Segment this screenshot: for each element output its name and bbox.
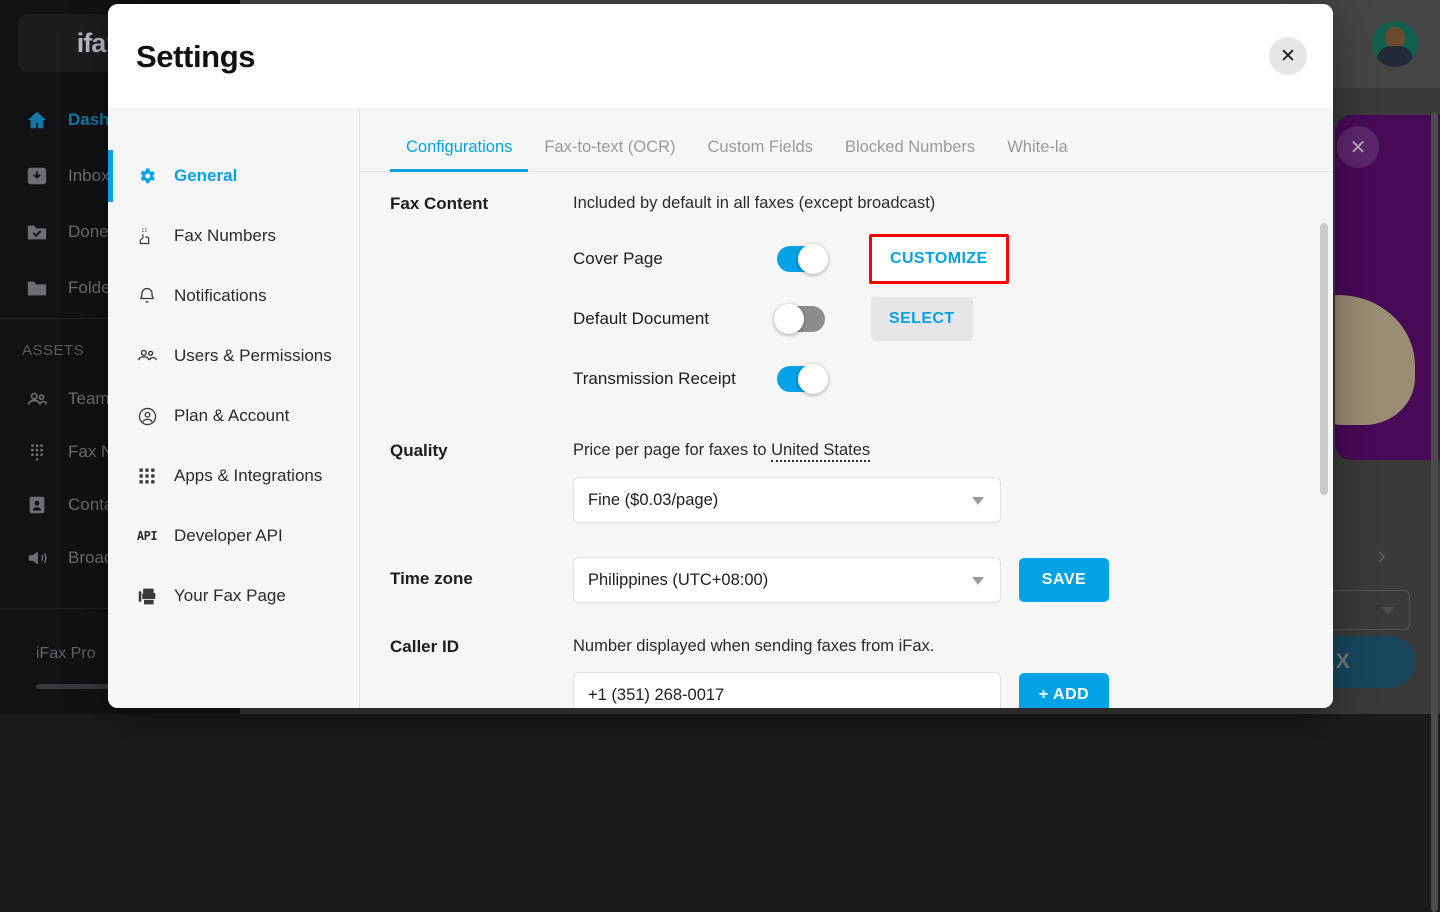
plan-label: iFax Pro <box>36 645 96 663</box>
avatar-head <box>1385 27 1405 48</box>
settings-content: Configurations Fax-to-text (OCR) Custom … <box>360 110 1333 708</box>
fax-hand-icon <box>136 225 158 247</box>
tab-custom-fields[interactable]: Custom Fields <box>692 138 829 171</box>
sidebar-item-users-permissions[interactable]: Users & Permissions <box>108 326 359 386</box>
settings-scrollbar[interactable] <box>1320 223 1328 495</box>
transmission-receipt-row: Transmission Receipt <box>573 349 1333 409</box>
tab-configurations[interactable]: Configurations <box>390 138 528 171</box>
timezone-select-value: Philippines (UTC+08:00) <box>588 571 768 590</box>
grid-dots-icon <box>136 465 158 487</box>
quality-description: Price per page for faxes to United State… <box>573 441 1333 460</box>
caller-id-description: Number displayed when sending faxes from… <box>573 637 1333 656</box>
default-document-label: Default Document <box>573 309 777 329</box>
timezone-select[interactable]: Philippines (UTC+08:00) <box>573 557 1001 603</box>
default-document-toggle[interactable] <box>777 306 825 332</box>
sidebar-item-fax-numbers[interactable]: Fax Numbers <box>108 206 359 266</box>
quality-description-prefix: Price per page for faxes to <box>573 441 767 459</box>
users-icon <box>136 345 158 367</box>
tab-blocked-numbers[interactable]: Blocked Numbers <box>829 138 991 171</box>
bell-icon <box>136 285 158 307</box>
logo-text: ifa <box>77 28 106 58</box>
sidebar-item-notifications[interactable]: Notifications <box>108 266 359 326</box>
bg-nav-label: Inbox <box>68 166 110 186</box>
transmission-receipt-label: Transmission Receipt <box>573 369 777 389</box>
promo-card-image <box>1335 295 1415 425</box>
quality-select-value: Fine ($0.03/page) <box>588 491 718 510</box>
sidebar-item-label: Notifications <box>174 286 267 306</box>
chevron-down-icon <box>972 577 984 585</box>
tab-white-label[interactable]: White-la <box>991 138 1084 171</box>
tab-fax-to-text-ocr[interactable]: Fax-to-text (OCR) <box>528 138 691 171</box>
sidebar-item-label: Fax Numbers <box>174 226 276 246</box>
folder-icon <box>26 277 48 299</box>
toggle-knob <box>798 364 828 394</box>
background-scrollbar[interactable] <box>1431 112 1438 912</box>
caller-id-section: Caller ID Number displayed when sending … <box>360 637 1333 708</box>
gear-icon <box>136 165 158 187</box>
bg-nav-label: Done <box>68 222 109 242</box>
promo-card-close-icon[interactable]: ✕ <box>1337 126 1379 168</box>
avatar-body <box>1377 46 1413 67</box>
sidebar-item-label: Your Fax Page <box>174 586 286 606</box>
settings-dialog: Settings ✕ General Fax Numbers <box>108 4 1333 708</box>
timezone-section: Time zone Philippines (UTC+08:00) SAVE <box>360 557 1333 603</box>
dialog-header: Settings ✕ <box>108 4 1333 109</box>
sidebar-item-label: Plan & Account <box>174 406 289 426</box>
cover-page-label: Cover Page <box>573 249 777 269</box>
toggle-knob <box>774 304 804 334</box>
sidebar-item-apps-integrations[interactable]: Apps & Integrations <box>108 446 359 506</box>
add-caller-id-button[interactable]: + ADD <box>1019 673 1109 708</box>
chevron-down-icon <box>972 497 984 505</box>
chevron-down-icon <box>1381 607 1395 615</box>
dialog-body: General Fax Numbers Notifications Users … <box>108 109 1333 708</box>
printer-icon <box>136 585 158 607</box>
configurations-form: Fax Content Included by default in all f… <box>360 172 1333 708</box>
caller-id-input[interactable]: +1 (351) 268-0017 <box>573 672 1001 708</box>
sidebar-item-general[interactable]: General <box>108 146 359 206</box>
settings-sidebar: General Fax Numbers Notifications Users … <box>108 110 360 708</box>
cover-page-row: Cover Page CUSTOMIZE <box>573 229 1333 289</box>
fax-content-section: Fax Content Included by default in all f… <box>360 194 1333 409</box>
contact-card-icon <box>26 494 48 516</box>
quality-label: Quality <box>360 441 573 461</box>
customize-highlight: CUSTOMIZE <box>869 234 1009 284</box>
account-circle-icon <box>136 405 158 427</box>
tab-bar: Configurations Fax-to-text (OCR) Custom … <box>360 110 1333 172</box>
caller-id-value: +1 (351) 268-0017 <box>588 686 724 705</box>
home-icon <box>26 109 48 131</box>
api-icon: API <box>136 525 158 547</box>
page-title: Settings <box>136 39 255 75</box>
quality-section: Quality Price per page for faxes to Unit… <box>360 441 1333 523</box>
fax-content-label: Fax Content <box>360 194 573 214</box>
select-button[interactable]: SELECT <box>871 297 973 341</box>
assets-section-label: ASSETS <box>22 342 84 359</box>
dots-grid-icon <box>26 441 48 463</box>
sidebar-item-label: Developer API <box>174 526 283 546</box>
inbox-icon <box>26 165 48 187</box>
default-document-row: Default Document SELECT <box>573 289 1333 349</box>
quality-select[interactable]: Fine ($0.03/page) <box>573 477 1001 523</box>
avatar[interactable] <box>1372 21 1418 67</box>
timezone-label: Time zone <box>360 557 573 589</box>
megaphone-icon <box>26 547 48 569</box>
sidebar-item-plan-account[interactable]: Plan & Account <box>108 386 359 446</box>
country-link[interactable]: United States <box>771 441 870 462</box>
sidebar-item-label: General <box>174 166 237 186</box>
close-glyph: ✕ <box>1350 135 1367 160</box>
sidebar-item-label: Users & Permissions <box>174 346 332 366</box>
toggle-knob <box>798 244 828 274</box>
sidebar-item-label: Apps & Integrations <box>174 466 322 486</box>
users-icon <box>26 388 48 410</box>
sidebar-item-developer-api[interactable]: API Developer API <box>108 506 359 566</box>
folder-check-icon <box>26 221 48 243</box>
caller-id-label: Caller ID <box>360 637 573 657</box>
chevron-right-icon[interactable]: › <box>1377 540 1386 571</box>
customize-button[interactable]: CUSTOMIZE <box>872 237 1006 281</box>
cover-page-toggle[interactable] <box>777 246 825 272</box>
transmission-receipt-toggle[interactable] <box>777 366 825 392</box>
save-button[interactable]: SAVE <box>1019 558 1109 602</box>
sidebar-item-your-fax-page[interactable]: Your Fax Page <box>108 566 359 626</box>
fax-content-description: Included by default in all faxes (except… <box>573 194 1333 213</box>
close-icon[interactable]: ✕ <box>1269 37 1307 75</box>
